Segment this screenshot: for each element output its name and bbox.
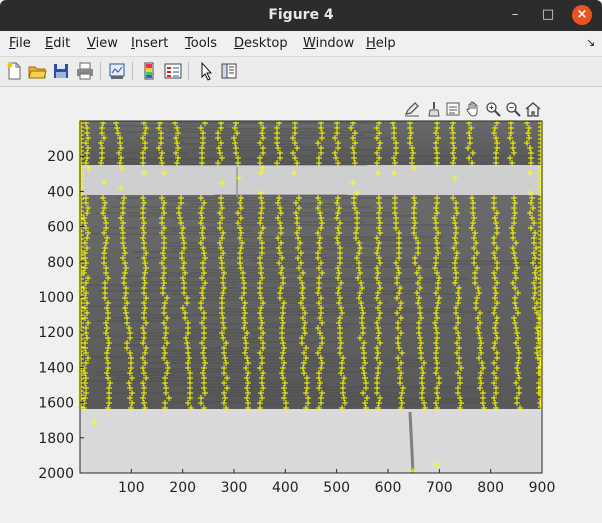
- insert-legend-icon[interactable]: [163, 61, 183, 81]
- menu-desktop[interactable]: Desktop: [234, 36, 288, 51]
- x-tick-label: 400: [272, 480, 299, 496]
- menu-help[interactable]: Help: [366, 36, 396, 51]
- y-tick-label: 1000: [38, 290, 74, 306]
- y-tick-label: 1400: [38, 360, 74, 376]
- dock-arrow-icon[interactable]: ↘: [586, 36, 595, 49]
- menu-edit[interactable]: Edit: [45, 36, 70, 51]
- toolbar-separator: [100, 62, 101, 80]
- menu-insert[interactable]: Insert: [131, 36, 168, 51]
- open-file-icon[interactable]: [27, 61, 47, 81]
- figure-area: 100 200 300 400 500 600 700 800 900 200 400 600 800 1…: [0, 87, 602, 523]
- menubar: File Edit View Insert Tools Desktop Wind…: [0, 31, 602, 57]
- toolbar-separator: [188, 62, 189, 80]
- print-icon[interactable]: [75, 61, 95, 81]
- x-tick-label: 700: [426, 480, 453, 496]
- y-tick-label: 400: [47, 184, 74, 200]
- y-tick-label: 1600: [38, 396, 74, 412]
- axes[interactable]: 100 200 300 400 500 600 700 800 900 200 400 600 800 1…: [0, 87, 602, 523]
- y-tick-label: 1800: [38, 431, 74, 447]
- x-tick-label: 500: [323, 480, 350, 496]
- x-tick-label: 300: [221, 480, 248, 496]
- x-tick-label: 100: [118, 480, 145, 496]
- y-tick-label: 2000: [38, 466, 74, 482]
- new-figure-icon[interactable]: [4, 61, 24, 81]
- y-tick-label: 600: [47, 220, 74, 236]
- x-tick-label: 200: [169, 480, 196, 496]
- y-tick-label: 200: [47, 149, 74, 165]
- y-tick-label: 1200: [38, 325, 74, 341]
- y-tick-label: 800: [47, 255, 74, 271]
- menu-tools[interactable]: Tools: [185, 36, 217, 51]
- close-button[interactable]: ×: [572, 5, 592, 25]
- figure-toolbar: [0, 57, 602, 87]
- minimize-button[interactable]: –: [505, 5, 525, 25]
- image-layer: [80, 121, 542, 474]
- link-plot-icon[interactable]: [107, 61, 127, 81]
- property-inspector-icon[interactable]: [219, 61, 239, 81]
- window-titlebar: Figure 4 – □ ×: [0, 0, 602, 31]
- x-tick-label: 600: [375, 480, 402, 496]
- x-tick-label: 800: [477, 480, 504, 496]
- x-tick-label: 900: [529, 480, 556, 496]
- save-icon[interactable]: [51, 61, 71, 81]
- edit-plot-pointer-icon[interactable]: [196, 61, 216, 81]
- menu-file[interactable]: File: [9, 36, 31, 51]
- maximize-button[interactable]: □: [538, 5, 558, 25]
- menu-view[interactable]: View: [87, 36, 118, 51]
- insert-colorbar-icon[interactable]: [139, 61, 159, 81]
- menu-window[interactable]: Window: [303, 36, 354, 51]
- toolbar-separator: [132, 62, 133, 80]
